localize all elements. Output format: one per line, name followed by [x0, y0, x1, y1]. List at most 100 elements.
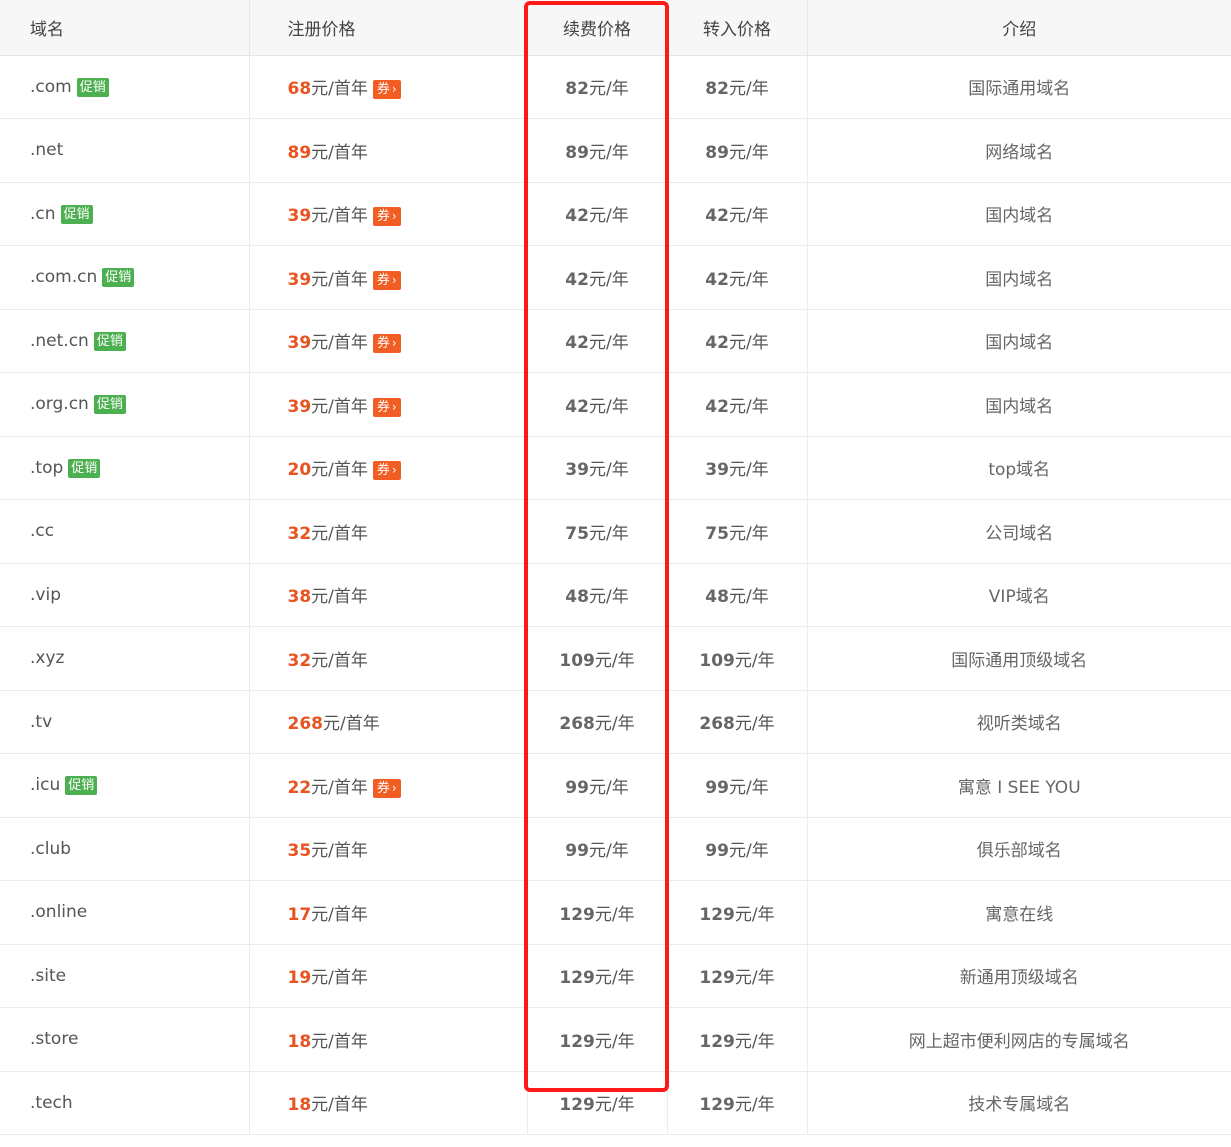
transfer-price-unit: 元/年: [734, 650, 775, 671]
domain-name[interactable]: .tv: [30, 712, 52, 732]
register-price-unit: 元/首年: [311, 460, 368, 481]
domain-description: 寓意在线: [985, 904, 1054, 925]
register-price-value: 68: [287, 79, 312, 100]
domain-name[interactable]: .cc: [30, 521, 54, 541]
transfer-price-unit: 元/年: [728, 79, 769, 100]
table-row: .vip 38元/首年 48元/年 48元/年 VIP域名: [0, 563, 1231, 627]
domain-name[interactable]: .tech: [30, 1093, 73, 1113]
table-row: .com.cn 促销 39元/首年券 › 42元/年 42元/年 国内域名: [0, 245, 1231, 310]
chevron-right-icon: ›: [391, 780, 397, 795]
domain-name[interactable]: .store: [30, 1029, 78, 1049]
table-row: .com 促销 68元/首年券 › 82元/年 82元/年 国际通用域名: [0, 55, 1231, 119]
coupon-label: 券: [376, 336, 390, 352]
transfer-price-unit: 元/年: [728, 333, 769, 354]
description-cell: 俱乐部域名: [807, 817, 1231, 881]
coupon-label: 券: [376, 463, 390, 479]
transfer-price-cell: 109元/年: [667, 626, 808, 691]
domain-name[interactable]: .com.cn: [30, 267, 97, 287]
transfer-price-value: 82: [705, 79, 729, 100]
transfer-price-cell: 89元/年: [667, 118, 808, 183]
table-row: .cn 促销 39元/首年券 › 42元/年 42元/年 国内域名: [0, 182, 1231, 246]
promo-badge: 促销: [60, 204, 93, 224]
register-price-value: 39: [287, 206, 312, 227]
register-price-value: 19: [287, 968, 312, 989]
domain-description: 国内域名: [985, 396, 1054, 417]
register-price-unit: 元/首年: [311, 333, 368, 354]
transfer-price-cell: 99元/年: [667, 753, 808, 818]
transfer-price-cell: 39元/年: [667, 436, 808, 500]
domain-cell: .tech: [0, 1071, 250, 1135]
table-row: .top 促销 20元/首年券 › 39元/年 39元/年 top域名: [0, 436, 1231, 500]
table-row: .tv 268元/首年 268元/年 268元/年 视听类域名: [0, 690, 1231, 754]
transfer-price-unit: 元/年: [734, 904, 775, 925]
domain-name[interactable]: .com: [30, 77, 72, 97]
coupon-label: 券: [376, 209, 390, 225]
description-cell: 寓意 I SEE YOU: [807, 753, 1231, 818]
coupon-button[interactable]: 券 ›: [372, 207, 401, 227]
domain-name[interactable]: .net: [30, 140, 63, 160]
description-cell: 国内域名: [807, 182, 1231, 246]
domain-name[interactable]: .vip: [30, 585, 61, 605]
register-price-unit: 元/首年: [311, 142, 368, 163]
coupon-button[interactable]: 券 ›: [372, 270, 401, 290]
register-price-value: 268: [287, 714, 324, 735]
transfer-price-unit: 元/年: [728, 777, 769, 798]
transfer-price-unit: 元/年: [734, 1095, 775, 1116]
description-cell: 新通用顶级域名: [807, 944, 1231, 1008]
transfer-price-value: 42: [705, 206, 729, 227]
domain-name[interactable]: .top: [30, 458, 63, 478]
domain-name[interactable]: .org.cn: [30, 394, 89, 414]
transfer-price-cell: 42元/年: [667, 309, 808, 373]
renew-price-value: 42: [565, 206, 589, 227]
domain-name[interactable]: .site: [30, 966, 66, 986]
coupon-button[interactable]: 券 ›: [372, 778, 401, 798]
table-row: .icu 促销 22元/首年券 › 99元/年 99元/年 寓意 I SEE YOU: [0, 753, 1231, 818]
domain-name[interactable]: .xyz: [30, 648, 64, 668]
register-price-cell: 32元/首年: [249, 626, 528, 691]
coupon-label: 券: [376, 82, 390, 98]
renew-price-cell: 129元/年: [527, 944, 668, 1008]
coupon-button[interactable]: 券 ›: [372, 397, 401, 417]
table-row: .xyz 32元/首年 109元/年 109元/年 国际通用顶级域名: [0, 626, 1231, 691]
register-price-value: 22: [287, 777, 312, 798]
transfer-price-cell: 99元/年: [667, 817, 808, 881]
domain-cell: .top 促销: [0, 436, 250, 500]
promo-badge: 促销: [65, 776, 98, 796]
table-row: .net 89元/首年 89元/年 89元/年 网络域名: [0, 118, 1231, 183]
domain-description: 国内域名: [985, 269, 1054, 290]
renew-price-value: 99: [565, 777, 589, 798]
transfer-price-value: 268: [699, 714, 735, 735]
description-cell: 国内域名: [807, 245, 1231, 310]
renew-price-cell: 99元/年: [527, 817, 668, 881]
coupon-label: 券: [376, 780, 390, 796]
description-cell: 网络域名: [807, 118, 1231, 183]
domain-name[interactable]: .icu: [30, 775, 60, 795]
coupon-button[interactable]: 券 ›: [372, 461, 401, 481]
renew-price-unit: 元/年: [588, 523, 629, 544]
domain-name[interactable]: .online: [30, 902, 87, 922]
domain-name[interactable]: .net.cn: [30, 331, 89, 351]
register-price-cell: 20元/首年券 ›: [249, 436, 528, 500]
domain-cell: .online: [0, 880, 250, 945]
description-cell: 国内域名: [807, 372, 1231, 437]
domain-description: 网上超市便利网店的专属域名: [908, 1031, 1130, 1052]
table-row: .site 19元/首年 129元/年 129元/年 新通用顶级域名: [0, 944, 1231, 1008]
table-row: .store 18元/首年 129元/年 129元/年 网上超市便利网店的专属域…: [0, 1007, 1231, 1072]
domain-description: 新通用顶级域名: [959, 968, 1079, 989]
domain-name[interactable]: .cn: [30, 204, 56, 224]
domain-description: 国内域名: [985, 206, 1054, 227]
chevron-right-icon: ›: [391, 82, 397, 97]
register-price-cell: 39元/首年券 ›: [249, 182, 528, 246]
chevron-right-icon: ›: [391, 336, 397, 351]
register-price-cell: 18元/首年: [249, 1071, 528, 1135]
renew-price-value: 99: [565, 841, 589, 862]
coupon-button[interactable]: 券 ›: [372, 80, 401, 100]
renew-price-cell: 42元/年: [527, 372, 668, 437]
promo-badge: 促销: [93, 395, 126, 415]
coupon-button[interactable]: 券 ›: [372, 334, 401, 354]
domain-description: 俱乐部域名: [976, 841, 1062, 862]
transfer-price-value: 129: [699, 904, 735, 925]
domain-name[interactable]: .club: [30, 839, 71, 859]
transfer-price-cell: 42元/年: [667, 372, 808, 437]
register-price-value: 89: [287, 142, 312, 163]
